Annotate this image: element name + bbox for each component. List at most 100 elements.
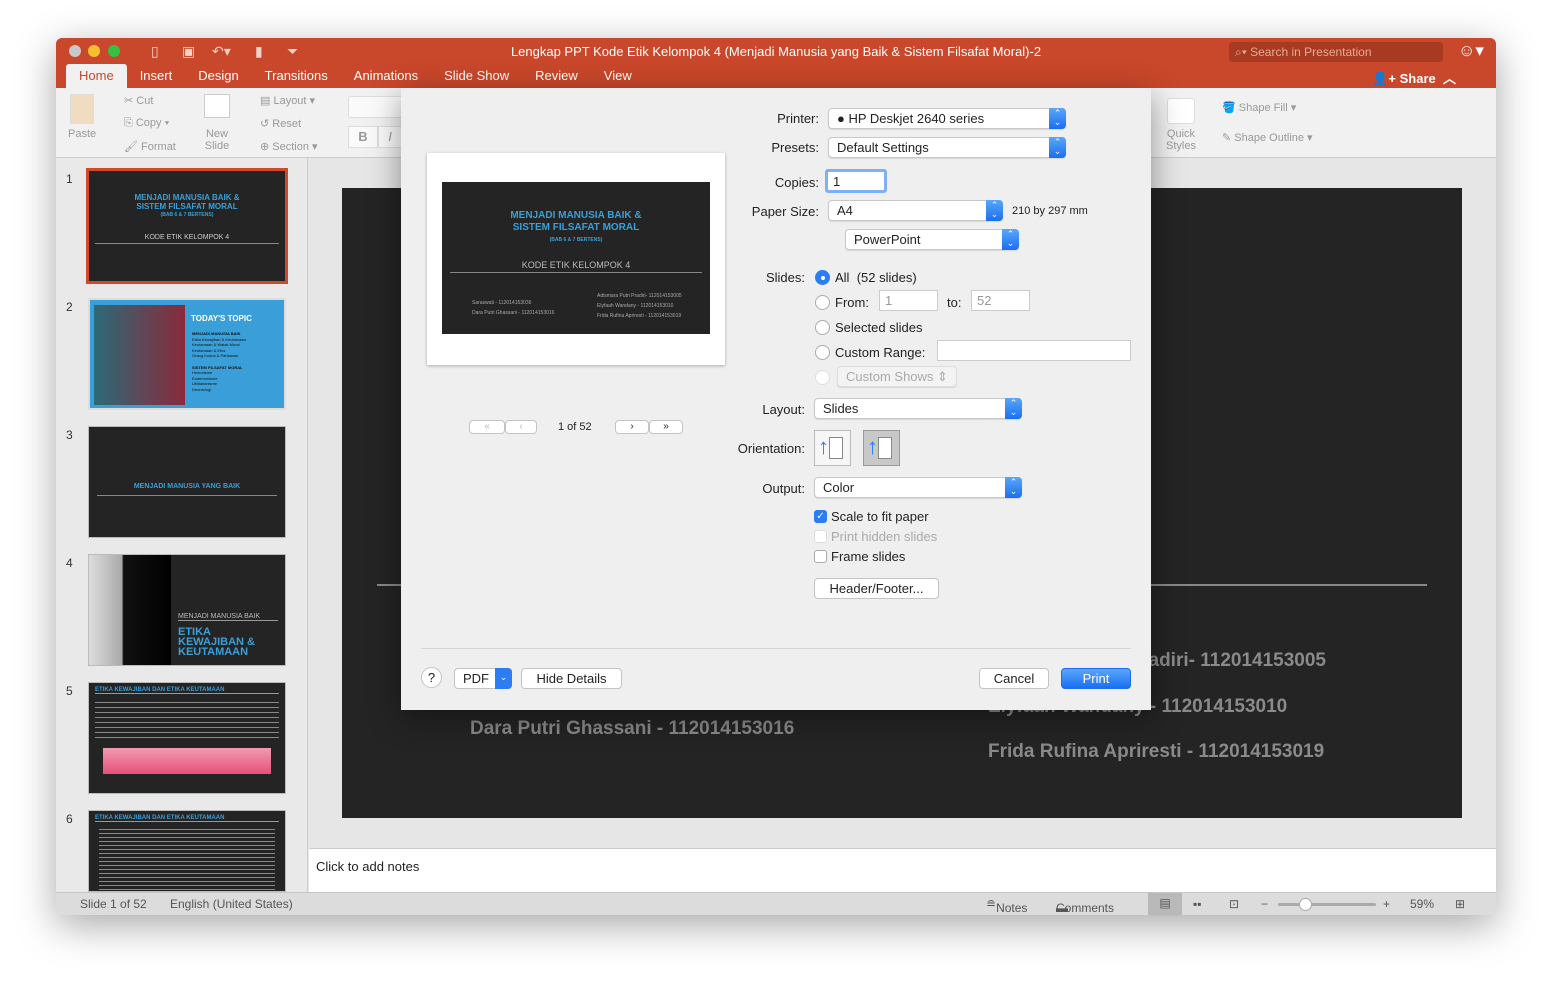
slide-thumbnail-5[interactable]: ETIKA KEWAJIBAN DAN ETIKA KEUTAMAAN <box>88 682 286 794</box>
printer-select[interactable]: ● HP Deskjet 2640 series ⌃ ⌄ <box>828 108 1066 129</box>
all-slides-radio[interactable] <box>815 270 830 285</box>
shape-fill-button[interactable]: 🪣 Shape Fill ▾ <box>1222 101 1296 114</box>
cancel-button[interactable]: Cancel <box>979 668 1049 689</box>
tab-design[interactable]: Design <box>185 64 251 88</box>
next-page-button[interactable]: › <box>615 420 649 434</box>
print-button[interactable]: Print <box>1061 668 1131 689</box>
thumb-title: ETIKA KEWAJIBAN & KEUTAMAAN <box>178 626 256 658</box>
tab-review[interactable]: Review <box>522 64 591 88</box>
zoom-slider[interactable] <box>1278 903 1376 906</box>
orientation-label: Orientation: <box>737 441 805 456</box>
feedback-smiley-icon[interactable]: ☺▾ <box>1458 41 1484 61</box>
section-button[interactable]: ⊕ Section ▾ <box>260 140 318 153</box>
fit-to-window-icon[interactable]: ⊞ <box>1455 897 1465 911</box>
output-select[interactable]: Color ⌃ ⌄ <box>814 477 1022 498</box>
landscape-orientation-button[interactable]: ↑ <box>863 430 900 466</box>
powerpoint-window: ▯ ▣ ↶▾ ▮ ⏷ Lengkap PPT Kode Etik Kelompo… <box>56 38 1496 915</box>
first-page-button[interactable]: « <box>469 420 505 434</box>
tab-slide-show[interactable]: Slide Show <box>431 64 522 88</box>
cut-button[interactable]: ✂ Cut <box>124 94 153 107</box>
thumb-subtitle: MENJADI MANUSIA BAIK <box>178 613 278 621</box>
notes-button[interactable]: ≘ Notes <box>986 897 1027 915</box>
print-options-menu[interactable]: PowerPoint ⌃ ⌄ <box>845 229 1019 250</box>
new-slide-label-1: New <box>205 128 228 140</box>
thumb-number: 1 <box>66 172 73 186</box>
zoom-in-button[interactable]: + <box>1383 897 1390 911</box>
preview-name: Adismara Putri Pradiri- 112014153005 <box>597 293 682 299</box>
preview-title: MENJADI MANUSIA BAIK & <box>510 210 642 221</box>
help-button[interactable]: ? <box>421 667 442 688</box>
quick-styles-button[interactable]: Quick Styles <box>1166 98 1196 152</box>
preview-name: Saraswati - 112014153036 <box>472 300 532 306</box>
presenter-view-icon[interactable]: ⊡ <box>1229 897 1239 911</box>
search-input[interactable]: ⌕▾ Search in Presentation <box>1229 42 1443 62</box>
copies-input[interactable]: 1 <box>825 169 887 193</box>
presets-value: Default Settings <box>837 140 929 155</box>
thumb-heading: KODE ETIK KELOMPOK 4 <box>95 234 279 244</box>
page-indicator: 1 of 52 <box>558 421 592 433</box>
title-bar: ▯ ▣ ↶▾ ▮ ⏷ Lengkap PPT Kode Etik Kelompo… <box>56 38 1496 88</box>
zoom-out-button[interactable]: − <box>1261 897 1268 911</box>
slide-thumbnail-6[interactable]: ETIKA KEWAJIBAN DAN ETIKA KEUTAMAAN <box>88 810 286 892</box>
slide-sorter-icon[interactable]: ▪▪ <box>1193 897 1202 911</box>
thumb-section: MENJADI MANUSIA BAIK <box>192 331 241 336</box>
member-name: Frida Rufina Apriresti - 112014153019 <box>988 741 1325 762</box>
preview-heading: KODE ETIK KELOMPOK 4 <box>450 260 702 273</box>
to-input[interactable]: 52 <box>971 290 1030 311</box>
new-slide-button[interactable]: New Slide <box>204 94 230 152</box>
custom-range-input[interactable] <box>937 340 1131 361</box>
copy-button[interactable]: ⎘ Copy ▾ <box>124 117 169 130</box>
zoom-slider-knob[interactable] <box>1298 898 1312 911</box>
layout-select[interactable]: Slides ⌃ ⌄ <box>814 398 1022 419</box>
italic-button[interactable]: I <box>378 126 402 148</box>
print-options-value: PowerPoint <box>854 232 921 247</box>
paper-dimensions: 210 by 297 mm <box>1012 205 1088 217</box>
preview-name: Elyfaah Wandany - 112014153010 <box>597 303 674 309</box>
layout-button[interactable]: ▤ Layout ▾ <box>260 94 315 107</box>
tab-insert[interactable]: Insert <box>127 64 186 88</box>
slide-thumbnail-2[interactable]: TODAY'S TOPIC MENJADI MANUSIA BAIK Etika… <box>88 298 286 410</box>
pdf-menu-button[interactable]: PDF ⌄ <box>454 668 512 689</box>
quick-styles-icon <box>1166 98 1195 124</box>
previous-page-button[interactable]: ‹ <box>505 420 537 434</box>
zoom-level[interactable]: 59% <box>1410 897 1434 911</box>
slide-thumbnail-4[interactable]: MENJADI MANUSIA BAIK ETIKA KEWAJIBAN & K… <box>88 554 286 666</box>
font-name-field[interactable] <box>348 96 408 118</box>
quick-styles-label-1: Quick <box>1166 128 1196 140</box>
slide-thumbnail-1[interactable]: MENJADI MANUSIA BAIK & SISTEM FILSAFAT MO… <box>86 168 288 284</box>
shape-outline-button[interactable]: ✎ Shape Outline ▾ <box>1222 131 1313 144</box>
tab-transitions[interactable]: Transitions <box>252 64 341 88</box>
portrait-orientation-button[interactable]: ↑ <box>814 430 851 466</box>
selected-slides-radio[interactable] <box>815 320 830 335</box>
thumb-image <box>94 305 185 405</box>
tab-animations[interactable]: Animations <box>341 64 431 88</box>
to-label: to: <box>947 295 962 310</box>
presets-select[interactable]: Default Settings ⌃ ⌄ <box>828 137 1066 158</box>
paper-size-select[interactable]: A4 ⌃ ⌄ <box>828 200 1003 221</box>
format-painter-button[interactable]: 🖌 Format <box>124 140 176 153</box>
from-radio[interactable] <box>815 295 830 310</box>
custom-range-radio[interactable] <box>815 345 830 360</box>
last-page-button[interactable]: » <box>649 420 683 434</box>
from-input[interactable]: 1 <box>879 290 938 311</box>
tab-home[interactable]: Home <box>66 64 127 88</box>
normal-view-button[interactable]: ▤ <box>1148 893 1182 915</box>
frame-slides-checkbox[interactable] <box>814 550 827 563</box>
print-hidden-slides-label: Print hidden slides <box>831 529 938 544</box>
reset-button[interactable]: ↺ Reset <box>260 117 301 130</box>
slide-thumbnail-pane[interactable]: 1 MENJADI MANUSIA BAIK & SISTEM FILSAFAT … <box>56 158 308 892</box>
bold-button[interactable]: B <box>348 126 378 148</box>
hide-details-button[interactable]: Hide Details <box>521 668 622 689</box>
thumb-subtitle: (BAB 6 & 7 BERTENS) <box>160 212 214 218</box>
tab-view[interactable]: View <box>591 64 645 88</box>
slide-thumbnail-3[interactable]: MENJADI MANUSIA YANG BAIK <box>88 426 286 538</box>
notes-field[interactable]: Click to add notes <box>309 848 1496 892</box>
paste-button[interactable]: Paste <box>68 94 96 140</box>
share-button[interactable]: 👤+ Share ︿ <box>1372 68 1456 87</box>
header-footer-button[interactable]: Header/Footer... <box>814 578 939 599</box>
preview-title: SISTEM FILSAFAT MORAL <box>512 222 640 233</box>
thumb-item: Deontologi <box>192 386 212 392</box>
printer-label: Printer: <box>777 111 819 126</box>
language-indicator[interactable]: English (United States) <box>170 897 293 911</box>
scale-to-fit-checkbox[interactable]: ✓ <box>814 510 827 523</box>
